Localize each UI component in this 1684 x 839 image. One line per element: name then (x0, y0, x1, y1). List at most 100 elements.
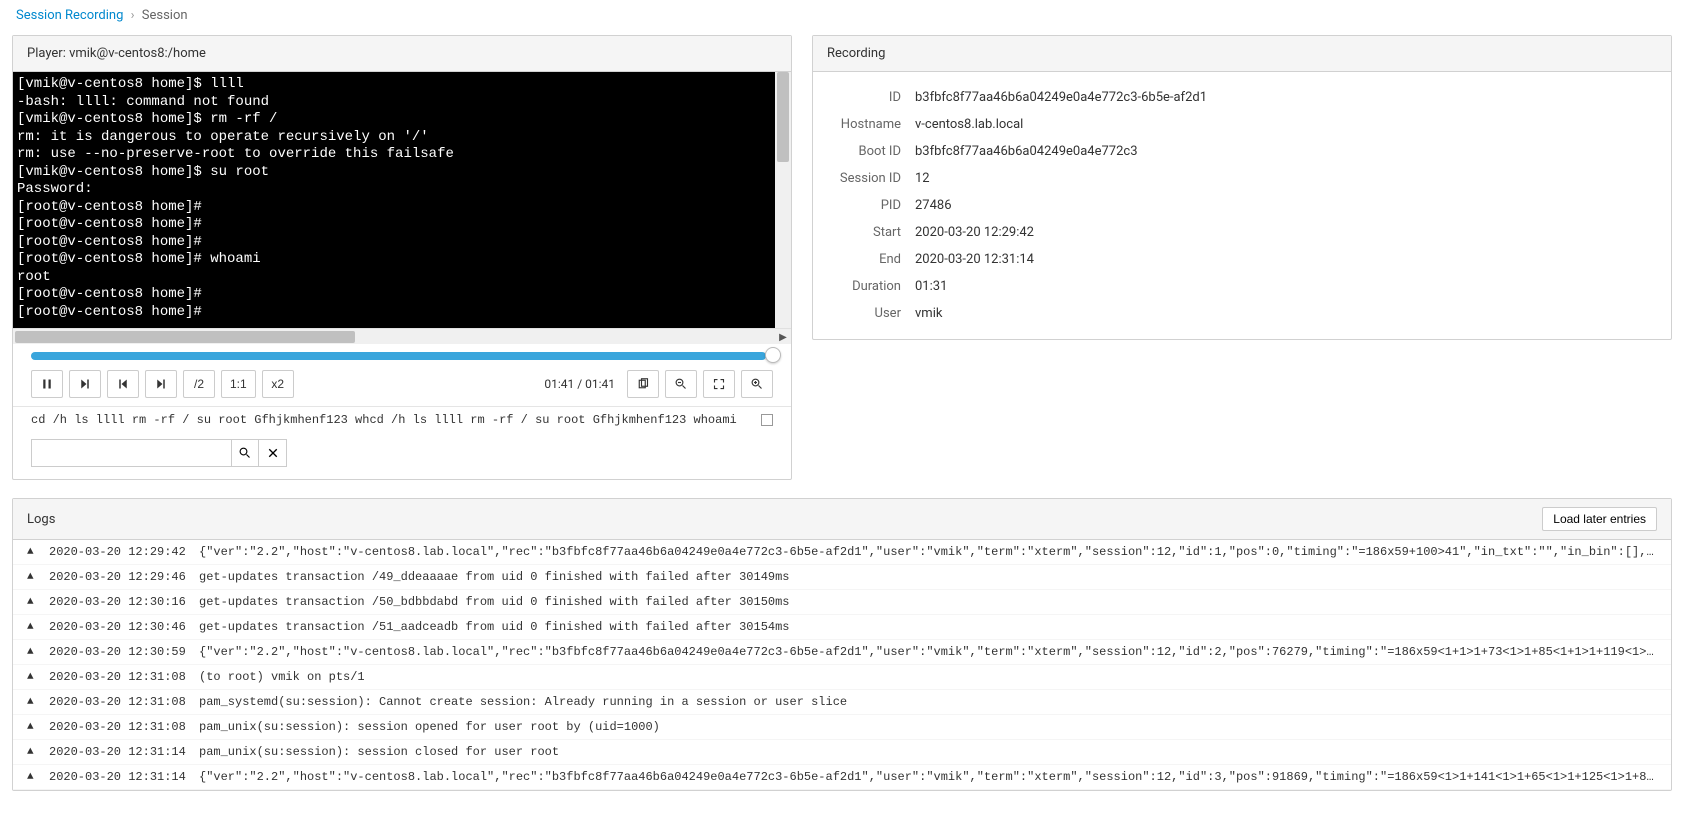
warning-icon: ▲ (27, 621, 41, 633)
log-message: {"ver":"2.2","host":"v-centos8.lab.local… (199, 645, 1657, 659)
log-message: pam_unix(su:session): session opened for… (199, 720, 1657, 734)
log-row[interactable]: ▲2020-03-20 12:30:16get-updates transact… (13, 590, 1671, 615)
log-row[interactable]: ▲ 2020-03-20 12:30:46get-updates transact… (13, 615, 1671, 640)
log-row[interactable]: ▲ 2020-03-20 12:29:46get-updates transact… (13, 565, 1671, 590)
terminal-line: rm: use --no-preserve-root to override t… (17, 146, 787, 164)
value-bootid: b3fbfc8f77aa46b6a04249e0a4e772c3 (915, 144, 1138, 159)
log-row[interactable]: ▲ 2020-03-20 12:31:14pam_unix(su:session)… (13, 740, 1671, 765)
log-row[interactable]: ▲ 2020-03-20 12:31:14{"ver":"2.2","host":… (13, 765, 1671, 790)
terminal-line: rm: it is dangerous to operate recursive… (17, 129, 787, 147)
log-message: (to root) vmik on pts/1 (199, 670, 1657, 684)
terminal-output: [vmik@v-centos8 home]$ llll-bash: llll: … (13, 72, 791, 328)
expand-button[interactable] (703, 370, 735, 398)
search-input[interactable] (31, 439, 231, 467)
log-timestamp: 2020-03-20 12:31:08 (49, 695, 199, 709)
log-timestamp: 2020-03-20 12:30:59 (49, 645, 199, 659)
value-user: vmik (915, 306, 942, 321)
label-sessionid: Session ID (831, 171, 901, 186)
terminal-line: [root@v-centos8 home]# (17, 199, 787, 217)
player-controls: /2 1:1 x2 01:41 / 01:41 (13, 366, 791, 406)
log-row[interactable]: ▲ 2020-03-20 12:31:08(to root) vmik on pt… (13, 665, 1671, 690)
skip-forward-button[interactable] (69, 370, 101, 398)
double-speed-button[interactable]: x2 (262, 370, 294, 398)
breadcrumb: Session Recording › Session (12, 8, 1672, 23)
terminal-line: Password: (17, 181, 787, 199)
terminal-line: -bash: llll: command not found (17, 94, 787, 112)
terminal-line: [root@v-centos8 home]# (17, 304, 787, 322)
scroll-right-icon[interactable]: ▶ (775, 329, 791, 345)
terminal-line: [root@v-centos8 home]# whoami (17, 251, 787, 269)
clear-search-button[interactable] (259, 439, 287, 467)
load-later-button[interactable]: Load later entries (1542, 507, 1657, 531)
label-end: End (831, 252, 901, 267)
warning-icon: ▲ (27, 721, 41, 733)
warning-icon: ▲ (27, 746, 41, 758)
log-row[interactable]: ▲2020-03-20 12:30:59{"ver":"2.2","host":… (13, 640, 1671, 665)
pause-button[interactable] (31, 370, 63, 398)
log-timestamp: 2020-03-20 12:30:46 (49, 620, 199, 634)
terminal-line: [root@v-centos8 home]# (17, 286, 787, 304)
log-message: pam_unix(su:session): session closed for… (199, 745, 1657, 759)
terminal-line: [vmik@v-centos8 home]$ su root (17, 164, 787, 182)
value-hostname: v-centos8.lab.local (915, 117, 1023, 132)
label-hostname: Hostname (831, 117, 901, 132)
half-speed-button[interactable]: /2 (183, 370, 215, 398)
terminal-line: [root@v-centos8 home]# (17, 216, 787, 234)
terminal-line: root (17, 269, 787, 287)
warning-icon: ▲ (27, 596, 41, 608)
playback-handle[interactable] (765, 347, 781, 363)
terminal-line: [vmik@v-centos8 home]$ llll (17, 76, 787, 94)
chevron-right-icon: › (131, 8, 135, 23)
warning-icon: ▲ (27, 571, 41, 583)
search-button[interactable] (231, 439, 259, 467)
skip-to-start-button[interactable] (107, 370, 139, 398)
warning-icon: ▲ (27, 696, 41, 708)
breadcrumb-current: Session (142, 8, 188, 23)
warning-icon: ▲ (27, 546, 41, 558)
player-panel: Player: vmik@v-centos8:/home [vmik@v-cen… (12, 35, 792, 480)
breadcrumb-parent-link[interactable]: Session Recording (16, 8, 123, 23)
label-id: ID (831, 90, 901, 105)
warning-icon: ▲ (27, 771, 41, 783)
log-row[interactable]: ▲2020-03-20 12:31:08pam_systemd(su:sessi… (13, 690, 1671, 715)
value-duration: 01:31 (915, 279, 947, 294)
log-message: get-updates transaction /49_ddeaaaae fro… (199, 570, 1657, 584)
zoom-in-button[interactable] (741, 370, 773, 398)
value-id: b3fbfc8f77aa46b6a04249e0a4e772c3-6b5e-af… (915, 90, 1207, 105)
logs-panel: Logs Load later entries ▲2020-03-20 12:2… (12, 498, 1672, 791)
recording-panel: Recording ID b3fbfc8f77aa46b6a04249e0a4e7… (812, 35, 1672, 340)
log-message: {"ver":"2.2","host":"v-centos8.lab.local… (199, 545, 1657, 559)
player-title: Player: vmik@v-centos8:/home (13, 36, 791, 72)
log-message: {"ver":"2.2","host":"v-centos8.lab.local… (199, 770, 1657, 784)
one-to-one-button[interactable]: 1:1 (221, 370, 256, 398)
log-timestamp: 2020-03-20 12:31:14 (49, 745, 199, 759)
label-duration: Duration (831, 279, 901, 294)
log-message: get-updates transaction /51_aadceadb fro… (199, 620, 1657, 634)
skip-to-end-button[interactable] (145, 370, 177, 398)
log-timestamp: 2020-03-20 12:29:46 (49, 570, 199, 584)
label-user: User (831, 306, 901, 321)
zoom-out-button[interactable] (665, 370, 697, 398)
command-timeline[interactable]: cd /h ls llll rm -rf / su root Gfhjkmhen… (13, 406, 791, 433)
terminal-scrollbar-vertical[interactable] (775, 72, 791, 328)
log-timestamp: 2020-03-20 12:30:16 (49, 595, 199, 609)
log-timestamp: 2020-03-20 12:31:08 (49, 670, 199, 684)
recording-title: Recording (813, 36, 1671, 72)
value-sessionid: 12 (915, 171, 930, 186)
logs-title: Logs (27, 512, 55, 527)
warning-icon: ▲ (27, 671, 41, 683)
copy-button[interactable] (627, 370, 659, 398)
log-row[interactable]: ▲2020-03-20 12:29:42{"ver":"2.2","host":… (13, 540, 1671, 565)
timeline-end-marker (761, 414, 773, 426)
command-timeline-text: cd /h ls llll rm -rf / su root Gfhjkmhen… (31, 413, 737, 427)
playback-time: 01:41 / 01:41 (544, 377, 615, 391)
terminal-line: [vmik@v-centos8 home]$ rm -rf / (17, 111, 787, 129)
playback-progress[interactable] (31, 352, 773, 360)
log-row[interactable]: ▲2020-03-20 12:31:08pam_unix(su:session)… (13, 715, 1671, 740)
label-bootid: Boot ID (831, 144, 901, 159)
log-timestamp: 2020-03-20 12:31:14 (49, 770, 199, 784)
search-row (13, 433, 791, 479)
value-end: 2020-03-20 12:31:14 (915, 252, 1034, 267)
value-start: 2020-03-20 12:29:42 (915, 225, 1034, 240)
terminal-scrollbar-horizontal[interactable]: ▶ (13, 328, 791, 344)
